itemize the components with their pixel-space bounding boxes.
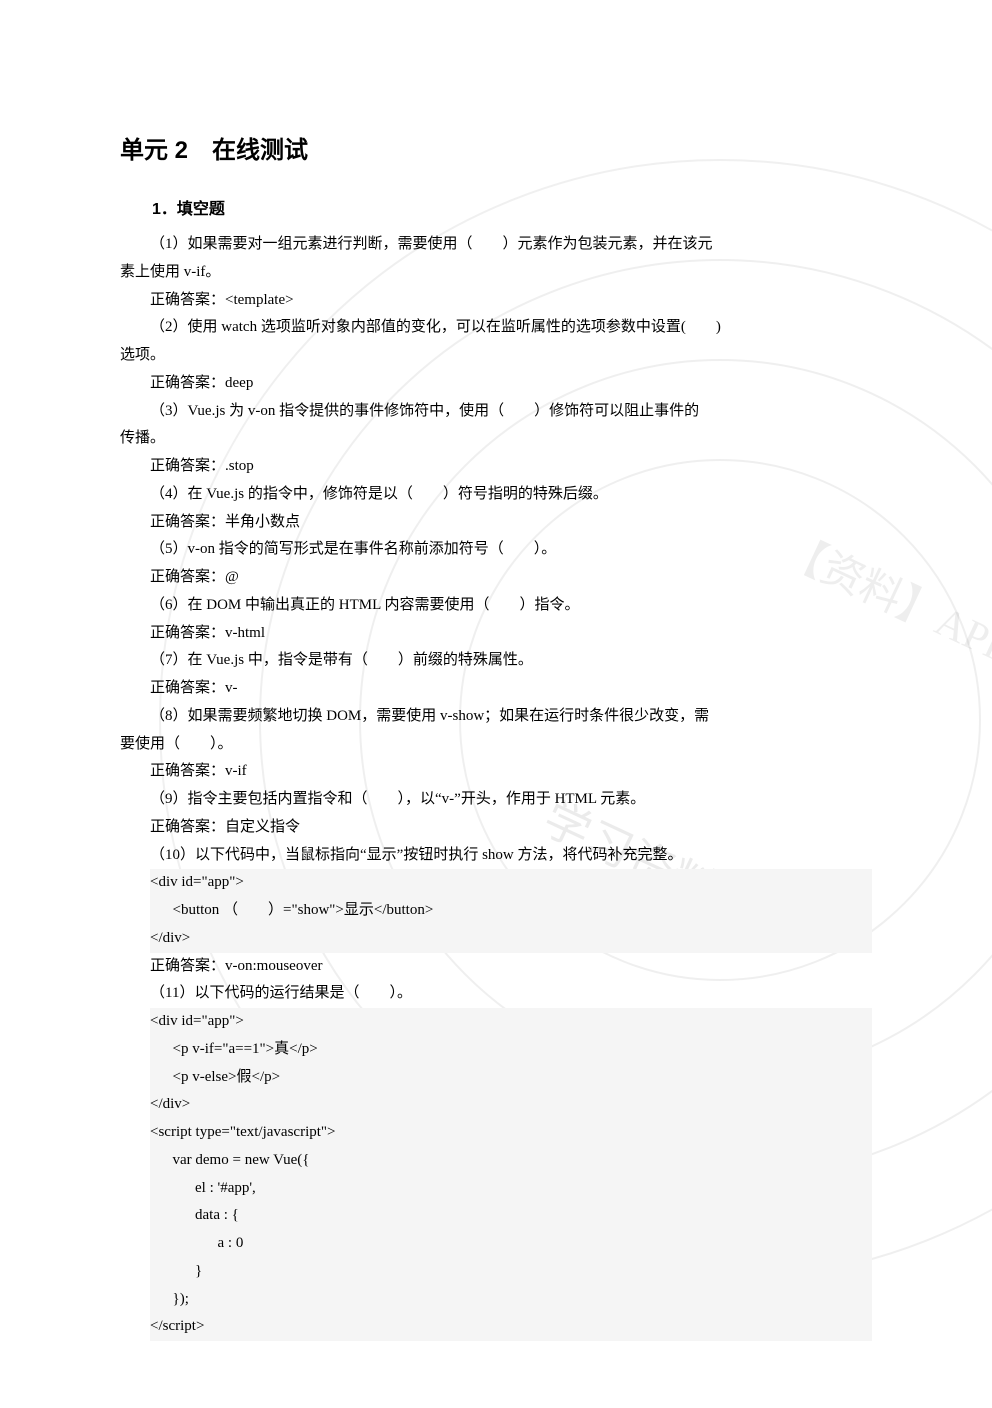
q1-line2: 素上使用 v-if。	[120, 259, 872, 287]
a8: 正确答案：v-if	[120, 758, 872, 786]
q8-line2: 要使用（ ）。	[120, 731, 872, 759]
page-title: 单元 2 在线测试	[120, 130, 872, 165]
q11: （11）以下代码的运行结果是（ ）。	[120, 980, 872, 1008]
q5: （5）v-on 指令的简写形式是在事件名称前添加符号（ ）。	[120, 536, 872, 564]
code-line: }	[150, 1263, 202, 1279]
a2: 正确答案：deep	[120, 370, 872, 398]
q2-line1: （2）使用 watch 选项监听对象内部值的变化，可以在监听属性的选项参数中设置…	[120, 314, 872, 342]
code-line: </script>	[150, 1318, 204, 1334]
q3-line1: （3）Vue.js 为 v-on 指令提供的事件修饰符中，使用（ ）修饰符可以阻…	[120, 398, 872, 426]
q7: （7）在 Vue.js 中，指令是带有（ ）前缀的特殊属性。	[120, 647, 872, 675]
code-line: data : {	[150, 1207, 239, 1223]
code-line: <script type="text/javascript">	[150, 1124, 336, 1140]
a10: 正确答案：v-on:mouseover	[120, 953, 872, 981]
code-block-q11: <div id="app"> <p v-if="a==1">真</p> <p v…	[150, 1008, 872, 1341]
code-line: </div>	[150, 1096, 190, 1112]
code-block-q10: <div id="app"> <button （ ）="show">显示</bu…	[150, 869, 872, 952]
q6: （6）在 DOM 中输出真正的 HTML 内容需要使用（ ）指令。	[120, 592, 872, 620]
code-line: el : '#app',	[150, 1180, 256, 1196]
q3-line2: 传播。	[120, 425, 872, 453]
code-line: <button （ ）="show">显示</button>	[150, 902, 433, 918]
code-line: a : 0	[150, 1235, 243, 1251]
code-line: var demo = new Vue({	[150, 1152, 309, 1168]
a5: 正确答案：@	[120, 564, 872, 592]
code-line: });	[150, 1291, 189, 1307]
code-line: <div id="app">	[150, 874, 244, 890]
code-line: <div id="app">	[150, 1013, 244, 1029]
document-page: 单元 2 在线测试 1．填空题 （1）如果需要对一组元素进行判断，需要使用（ ）…	[0, 0, 992, 1401]
a3: 正确答案：.stop	[120, 453, 872, 481]
a7: 正确答案：v-	[120, 675, 872, 703]
q1-line1: （1）如果需要对一组元素进行判断，需要使用（ ）元素作为包装元素，并在该元	[120, 231, 872, 259]
q9: （9）指令主要包括内置指令和（ ），以“v-”开头，作用于 HTML 元素。	[120, 786, 872, 814]
a9: 正确答案：自定义指令	[120, 814, 872, 842]
code-line: </div>	[150, 930, 190, 946]
a6: 正确答案：v-html	[120, 620, 872, 648]
code-line: <p v-else>假</p>	[150, 1069, 280, 1085]
code-line: <p v-if="a==1">真</p>	[150, 1041, 318, 1057]
q10: （10）以下代码中，当鼠标指向“显示”按钮时执行 show 方法，将代码补充完整…	[120, 842, 872, 870]
section-header-fill-blank: 1．填空题	[120, 195, 872, 219]
a1: 正确答案：<template>	[120, 287, 872, 315]
a4: 正确答案：半角小数点	[120, 509, 872, 537]
q8-line1: （8）如果需要频繁地切换 DOM，需要使用 v-show；如果在运行时条件很少改…	[120, 703, 872, 731]
q2-line2: 选项。	[120, 342, 872, 370]
q4: （4）在 Vue.js 的指令中，修饰符是以（ ）符号指明的特殊后缀。	[120, 481, 872, 509]
